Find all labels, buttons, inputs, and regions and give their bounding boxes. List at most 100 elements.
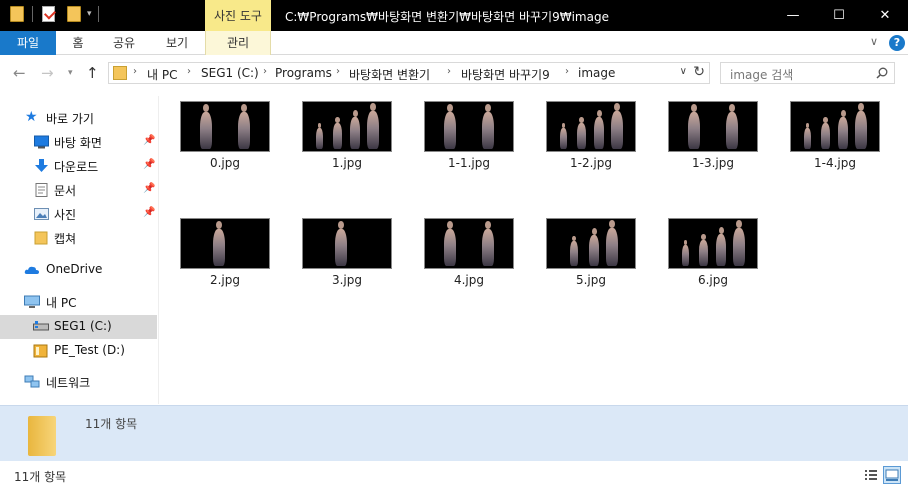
tab-file[interactable]: 파일 [0, 31, 56, 55]
file-item[interactable]: 1.jpg [288, 96, 400, 192]
thumbnail-figure [726, 103, 738, 149]
up-arrow-icon[interactable]: ↑ [86, 64, 99, 82]
refresh-icon[interactable]: ↻ [693, 64, 705, 80]
drive-icon [33, 320, 49, 334]
file-item[interactable]: 1-2.jpg [532, 96, 644, 192]
nav-network[interactable]: 네트워크 [0, 370, 157, 394]
nav-quick-access[interactable]: ★ 바로 가기 [0, 106, 157, 130]
nav-onedrive[interactable]: OneDrive [0, 258, 157, 282]
image-thumbnail [424, 101, 514, 152]
drive-icon [33, 344, 48, 358]
breadcrumb-programs[interactable]: Programs [275, 66, 332, 80]
nav-drive-c[interactable]: SEG1 (C:) [0, 315, 157, 339]
thumbnail-figure [316, 123, 323, 149]
file-item[interactable]: 0.jpg [166, 96, 278, 192]
tab-home[interactable]: 홈 [62, 31, 94, 55]
nav-label: 네트워크 [46, 376, 91, 390]
breadcrumb-image[interactable]: image [578, 66, 615, 80]
thumbnail-figure [333, 117, 342, 149]
image-thumbnail [790, 101, 880, 152]
breadcrumb-this-pc[interactable]: 내 PC [147, 66, 177, 83]
computer-icon [24, 295, 40, 309]
large-icons-view-icon[interactable] [883, 466, 901, 484]
nav-item-documents[interactable]: 문서 📌 [0, 178, 157, 202]
nav-this-pc[interactable]: 내 PC [0, 290, 157, 314]
help-icon[interactable]: ? [889, 35, 905, 51]
file-item[interactable]: 6.jpg [654, 213, 766, 309]
pin-icon[interactable]: 📌 [143, 159, 155, 170]
file-name: 6.jpg [697, 273, 729, 287]
breadcrumb-separator-icon[interactable]: › [336, 66, 340, 77]
back-arrow-icon[interactable]: ← [13, 64, 26, 82]
image-thumbnail [668, 101, 758, 152]
thumbnail-figure [367, 102, 379, 149]
recent-locations-chevron-icon[interactable]: ▾ [68, 68, 73, 78]
nav-item-captures[interactable]: 캡쳐 [0, 226, 157, 250]
thumbnail-figure [577, 117, 586, 149]
nav-item-pictures[interactable]: 사진 📌 [0, 202, 157, 226]
nav-label: 다운로드 [54, 160, 99, 174]
file-name: 2.jpg [209, 273, 241, 287]
folder-icon [28, 416, 56, 456]
nav-item-downloads[interactable]: 다운로드 📌 [0, 154, 157, 178]
ribbon-tabs: 파일 홈 공유 보기 관리 ∨ ? [0, 31, 908, 55]
file-item[interactable]: 1-3.jpg [654, 96, 766, 192]
details-item-count: 11개 항목 [85, 417, 138, 431]
search-icon[interactable] [876, 67, 888, 79]
expand-ribbon-chevron-icon[interactable]: ∨ [870, 35, 878, 48]
thumbnail-figure [611, 102, 623, 149]
breadcrumb-separator-icon[interactable]: › [263, 66, 267, 77]
file-item[interactable]: 2.jpg [166, 213, 278, 309]
thumbnail-figure [200, 103, 212, 149]
nav-label: 사진 [54, 208, 77, 222]
breadcrumb-changer9[interactable]: 바탕화면 바꾸기9 [461, 66, 550, 83]
pin-icon[interactable]: 📌 [143, 135, 155, 146]
file-item[interactable]: 1-4.jpg [776, 96, 888, 192]
file-name: 1.jpg [331, 156, 363, 170]
nav-drive-d[interactable]: PE_Test (D:) [0, 339, 157, 363]
pin-icon[interactable]: 📌 [143, 183, 155, 194]
breadcrumb-separator-icon[interactable]: › [133, 66, 137, 77]
customize-toolbar-chevron-icon[interactable]: ▾ [87, 9, 92, 19]
nav-label: SEG1 (C:) [54, 319, 112, 333]
file-item[interactable]: 3.jpg [288, 213, 400, 309]
document-icon [34, 183, 49, 197]
nav-label: 바탕 화면 [54, 136, 102, 150]
address-history-chevron-icon[interactable]: ∨ [680, 66, 687, 77]
maximize-button[interactable]: ☐ [816, 0, 862, 31]
thumbnail-figure [855, 102, 867, 149]
thumbnail-figure [444, 103, 456, 149]
image-thumbnail [302, 101, 392, 152]
tab-view[interactable]: 보기 [156, 31, 198, 55]
minimize-button[interactable]: — [770, 0, 816, 31]
desktop-icon [34, 135, 49, 149]
breadcrumb-drive-c[interactable]: SEG1 (C:) [201, 66, 259, 80]
new-folder-icon[interactable] [67, 6, 81, 22]
file-item[interactable]: 5.jpg [532, 213, 644, 309]
nav-label: OneDrive [46, 262, 103, 276]
tab-share[interactable]: 공유 [106, 31, 142, 55]
close-button[interactable]: ✕ [862, 0, 908, 31]
pane-divider[interactable] [158, 96, 159, 404]
folder-icon[interactable] [10, 6, 24, 22]
pictures-icon [34, 207, 49, 221]
file-item[interactable]: 1-1.jpg [410, 96, 522, 192]
search-placeholder: image 검색 [730, 68, 794, 82]
nav-item-desktop[interactable]: 바탕 화면 📌 [0, 130, 157, 154]
breadcrumb-converter[interactable]: 바탕화면 변환기 [349, 66, 430, 83]
forward-arrow-icon[interactable]: → [41, 64, 54, 82]
navigation-pane: ★ 바로 가기 바탕 화면 📌 다운로드 📌 문서 📌 사진 📌 캡쳐 OneD… [0, 96, 158, 404]
properties-icon[interactable] [42, 6, 55, 22]
breadcrumb-separator-icon[interactable]: › [447, 66, 451, 77]
breadcrumb-separator-icon[interactable]: › [187, 66, 191, 77]
tab-manage[interactable]: 관리 [205, 31, 271, 55]
thumbnail-figure [804, 123, 811, 149]
file-name: 3.jpg [331, 273, 363, 287]
address-bar[interactable]: › 내 PC › SEG1 (C:) › Programs › 바탕화면 변환기… [108, 62, 710, 84]
search-input[interactable]: image 검색 [720, 62, 895, 84]
pin-icon[interactable]: 📌 [143, 207, 155, 218]
file-item[interactable]: 4.jpg [410, 213, 522, 309]
thumbnail-figure [335, 220, 347, 266]
details-view-icon[interactable] [862, 466, 880, 484]
breadcrumb-separator-icon[interactable]: › [565, 66, 569, 77]
